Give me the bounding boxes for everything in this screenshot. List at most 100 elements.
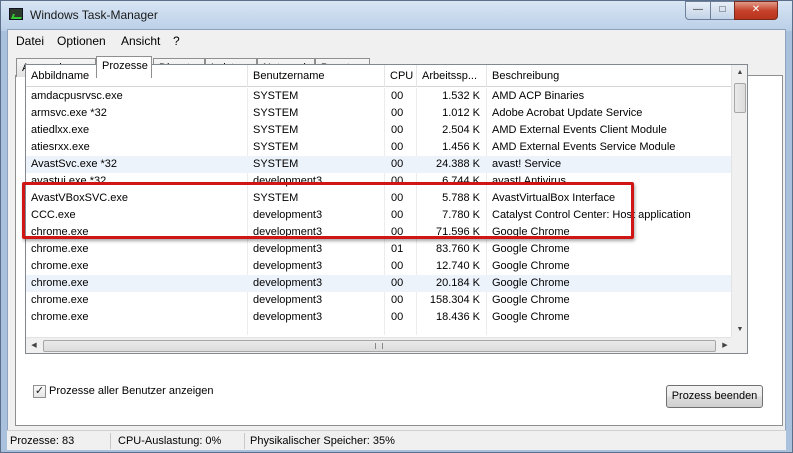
minimize-button[interactable]: — [685, 1, 711, 20]
cell-user: SYSTEM [253, 124, 299, 136]
table-row[interactable]: chrome.exe development3 01 83.760 K Google C… [26, 241, 733, 258]
cell-user: development3 [253, 277, 323, 289]
scroll-down-arrow-icon[interactable]: ▼ [732, 322, 747, 338]
cell-mem: 12.740 K [435, 260, 480, 272]
cell-desc: AMD External Events Client Module [492, 124, 667, 136]
column-header-benutzername[interactable]: Benutzername [248, 65, 385, 87]
column-header-arbeitsspeicher[interactable]: Arbeitssp... [417, 65, 487, 87]
cell-name: amdacpusrvsc.exe [31, 90, 123, 102]
scroll-left-arrow-icon[interactable]: ◀ [26, 338, 42, 353]
cell-user: development3 [253, 226, 323, 238]
cell-cpu: 00 [391, 124, 404, 136]
cell-desc: avast! Service [492, 158, 562, 170]
status-cpu-usage: CPU-Auslastung: 0% [115, 433, 245, 449]
cell-mem: 7.780 K [442, 209, 480, 221]
cell-mem: 1.012 K [442, 107, 480, 119]
cell-user: SYSTEM [253, 192, 299, 204]
cell-mem: 20.184 K [435, 277, 480, 289]
cell-desc: avast! Antivirus [492, 175, 566, 187]
cell-mem: 83.760 K [435, 243, 480, 255]
table-row[interactable]: amdacpusrvsc.exe SYSTEM 00 1.532 K AMD ACP B… [26, 88, 733, 105]
cell-cpu: 00 [391, 107, 404, 119]
menu-bar: Datei Optionen Ansicht ? [8, 30, 785, 51]
cell-user: development3 [253, 311, 323, 323]
column-header-beschreibung[interactable]: Beschreibung [487, 65, 733, 87]
cell-name: avastui.exe *32 [31, 175, 107, 187]
task-manager-window: Windows Task-Manager — □ ✕ Datei Optione… [0, 0, 793, 453]
cell-desc: Google Chrome [492, 243, 570, 255]
cell-name: chrome.exe [31, 277, 89, 289]
close-button[interactable]: ✕ [734, 1, 778, 20]
cell-mem: 2.504 K [442, 124, 480, 136]
status-physical-memory: Physikalischer Speicher: 35% [250, 435, 395, 447]
table-row[interactable]: chrome.exe development3 00 20.184 K Google C… [26, 275, 733, 292]
cell-desc: Google Chrome [492, 311, 570, 323]
vertical-scrollbar[interactable]: ▲ ▼ [731, 65, 747, 338]
table-row[interactable]: AvastVBoxSVC.exe SYSTEM 00 5.788 K AvastVirt… [26, 190, 733, 207]
cell-cpu: 01 [391, 243, 404, 255]
table-row[interactable]: atiesrxx.exe SYSTEM 00 1.456 K AMD External … [26, 139, 733, 156]
cell-desc: Adobe Acrobat Update Service [492, 107, 643, 119]
show-all-users-checkbox[interactable]: ✓ [33, 385, 46, 398]
column-header-cpu[interactable]: CPU [385, 65, 417, 87]
cell-mem: 18.436 K [435, 311, 480, 323]
menu-datei[interactable]: Datei [16, 34, 44, 48]
cell-mem: 71.596 K [435, 226, 480, 238]
cell-cpu: 00 [391, 311, 404, 323]
cell-mem: 24.388 K [435, 158, 480, 170]
table-row[interactable]: chrome.exe development3 00 18.436 K Google C… [26, 309, 733, 326]
cell-user: SYSTEM [253, 158, 299, 170]
cell-desc: Google Chrome [492, 260, 570, 272]
cell-cpu: 00 [391, 141, 404, 153]
status-bar: Prozesse: 83 CPU-Auslastung: 0% Physikal… [7, 430, 786, 450]
cell-desc: AMD External Events Service Module [492, 141, 676, 153]
cell-desc: AMD ACP Binaries [492, 90, 585, 102]
vertical-scroll-thumb[interactable] [734, 83, 746, 113]
cell-cpu: 00 [391, 277, 404, 289]
horizontal-scrollbar[interactable]: ◀ ▶ [26, 337, 733, 353]
cell-user: development3 [253, 294, 323, 306]
cell-name: atiesrxx.exe [31, 141, 90, 153]
table-row[interactable]: chrome.exe development3 00 12.740 K Google C… [26, 258, 733, 275]
cell-name: CCC.exe [31, 209, 76, 221]
cell-name: atiedlxx.exe [31, 124, 90, 136]
cell-cpu: 00 [391, 226, 404, 238]
process-list[interactable]: Abbildname ▲ Benutzername CPU Arbeitssp..… [25, 64, 748, 354]
menu-optionen[interactable]: Optionen [57, 34, 106, 48]
table-row[interactable]: CCC.exe development3 00 7.780 K Catalyst Con… [26, 207, 733, 224]
cell-cpu: 00 [391, 158, 404, 170]
cell-cpu: 00 [391, 175, 404, 187]
title-bar[interactable]: Windows Task-Manager — □ ✕ [1, 1, 792, 29]
scroll-up-arrow-icon[interactable]: ▲ [732, 65, 747, 81]
cell-name: AvastSvc.exe *32 [31, 158, 118, 170]
cell-user: development3 [253, 243, 323, 255]
cell-desc: AvastVirtualBox Interface [492, 192, 616, 204]
cell-user: SYSTEM [253, 90, 299, 102]
cell-mem: 1.532 K [442, 90, 480, 102]
horizontal-scroll-thumb[interactable] [43, 340, 716, 352]
table-row[interactable]: chrome.exe development3 00 158.304 K Google … [26, 292, 733, 309]
table-row[interactable]: chrome.exe development3 00 71.596 K Google C… [26, 224, 733, 241]
cell-desc: Google Chrome [492, 277, 570, 289]
tab-prozesse[interactable]: Prozesse [96, 56, 152, 78]
cell-name: chrome.exe [31, 294, 89, 306]
scrollbar-corner [731, 337, 747, 353]
table-row[interactable]: atiedlxx.exe SYSTEM 00 2.504 K AMD External … [26, 122, 733, 139]
task-manager-app-icon [9, 8, 23, 20]
column-header-name-label: Abbildname [31, 70, 90, 82]
menu-help[interactable]: ? [173, 34, 180, 48]
window-title: Windows Task-Manager [30, 8, 158, 22]
table-row[interactable]: avastui.exe *32 development3 00 6.744 K avas… [26, 173, 733, 190]
table-row[interactable]: AvastSvc.exe *32 SYSTEM 00 24.388 K avast! S… [26, 156, 733, 173]
cell-user: development3 [253, 260, 323, 272]
scroll-grip-icon [375, 343, 383, 349]
cell-mem: 158.304 K [429, 294, 480, 306]
end-process-button[interactable]: Prozess beenden [666, 385, 763, 408]
show-all-users-label: Prozesse aller Benutzer anzeigen [49, 385, 214, 397]
maximize-button[interactable]: □ [710, 1, 735, 20]
cell-user: development3 [253, 209, 323, 221]
cell-cpu: 00 [391, 209, 404, 221]
menu-ansicht[interactable]: Ansicht [121, 34, 160, 48]
cell-name: armsvc.exe *32 [31, 107, 107, 119]
table-row[interactable]: armsvc.exe *32 SYSTEM 00 1.012 K Adobe Acrob… [26, 105, 733, 122]
